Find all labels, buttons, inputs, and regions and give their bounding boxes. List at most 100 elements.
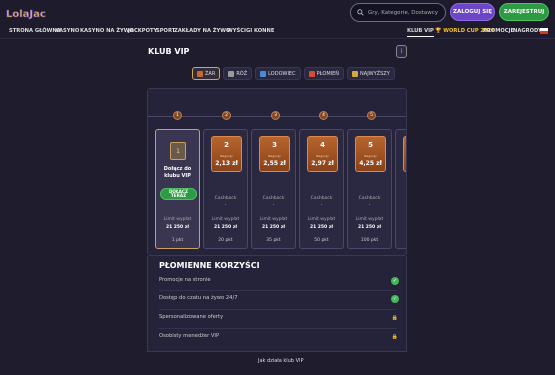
points: 1 pkt xyxy=(171,238,184,243)
info-icon[interactable]: i xyxy=(396,45,407,58)
register-button[interactable]: ZAREJESTRUJ xyxy=(499,3,549,21)
search-input[interactable]: Gry, Kategorie, Dostawcy xyxy=(350,3,446,22)
search-icon xyxy=(357,9,364,16)
tier-node: 5 xyxy=(367,111,376,120)
logo[interactable]: LolaJack xyxy=(6,3,53,22)
check-icon: ✓ xyxy=(391,277,399,285)
divider xyxy=(159,309,397,310)
nav-item-promotions[interactable]: PROMOCJE xyxy=(483,28,514,34)
language-flag-icon[interactable] xyxy=(540,28,548,34)
tab-zar[interactable]: ŻAR xyxy=(192,67,221,80)
cashback-label: Cashback xyxy=(262,196,285,201)
benefit-row: Promocje na stronie ✓ xyxy=(159,277,399,287)
tier-card[interactable]: 5 Nagrody 4,25 zł Cashback - Limit wypła… xyxy=(347,129,392,249)
reward-value: 2,55 zł xyxy=(263,160,286,167)
limit-value: 21 250 zł xyxy=(165,225,190,230)
nav-item-vip-club[interactable]: KLUB VIP xyxy=(407,28,434,37)
tab-najwyzszy[interactable]: NAJWYŻSZY xyxy=(347,67,395,80)
tab-roz[interactable]: RÓŻ xyxy=(223,67,253,80)
cashback-label: Cashback xyxy=(310,196,333,201)
points: 35 pkt xyxy=(266,238,281,243)
benefit-row: Osobisty menedżer VIP 🔒 xyxy=(159,333,399,343)
login-button[interactable]: ZALOGUJ SIĘ xyxy=(450,3,495,21)
tier-tabs: ŻAR RÓŻ LODOWIEC PŁOMIEŃ NAJWYŻSZY xyxy=(192,67,395,82)
benefit-label: Dostęp do czatu na żywo 24/7 xyxy=(159,295,238,301)
cashback-value: - xyxy=(320,203,323,208)
tier-badge xyxy=(403,136,406,172)
reward-label: Nagrody xyxy=(316,154,329,158)
reward-value: 2,13 zł xyxy=(215,160,238,167)
benefit-row: Spersonalizowane oferty 🔒 xyxy=(159,314,399,324)
tier-card-join[interactable]: 1 Dołącz do klubu VIP DOŁĄCZ TERAZ Limit… xyxy=(155,129,200,249)
limit-label: Limit wypłat xyxy=(307,217,336,222)
tab-label: ŻAR xyxy=(205,70,216,77)
join-now-button[interactable]: DOŁĄCZ TERAZ xyxy=(160,188,197,200)
benefit-label: Promocje na stronie xyxy=(159,277,211,283)
cashback-label: Cashback xyxy=(214,196,237,201)
tab-label: PŁOMIEŃ xyxy=(316,70,340,77)
nav-item-horse-racing[interactable]: WYŚCIGI KONNE xyxy=(227,28,274,34)
benefit-label: Osobisty menedżer VIP xyxy=(159,333,220,339)
points: 100 pkt xyxy=(360,238,379,243)
benefits-panel: PŁOMIENNE KORZYŚCI Promocje na stronie ✓… xyxy=(147,256,407,352)
main-nav: STRONA GŁÓWNA KASYNO KASYNO NA ŻYWO JACK… xyxy=(0,25,555,39)
lock-icon: 🔒 xyxy=(391,334,399,340)
benefit-label: Spersonalizowane oferty xyxy=(159,314,224,320)
flame-icon xyxy=(308,70,315,77)
nav-item-casino[interactable]: KASYNO xyxy=(55,28,79,34)
tier-badge: 1 xyxy=(170,142,186,160)
page-title: KLUB VIP xyxy=(148,47,190,56)
benefit-row: Dostęp do czatu na żywo 24/7 ✓ xyxy=(159,295,399,305)
points: 50 pkt xyxy=(314,238,329,243)
tier-node: 4 xyxy=(319,111,328,120)
how-vip-works-link[interactable]: Jak działa klub VIP xyxy=(258,358,303,364)
tab-lodowiec[interactable]: LODOWIEC xyxy=(255,67,301,80)
cashback-value: - xyxy=(224,203,227,208)
nav-item-home[interactable]: STRONA GŁÓWNA xyxy=(9,28,61,34)
ember-icon xyxy=(197,70,203,77)
tier-card-partial[interactable] xyxy=(395,129,406,249)
tier-number: 5 xyxy=(368,141,373,149)
nav-item-live-bets[interactable]: ZAKŁADY NA ŻYWO xyxy=(174,28,230,34)
nav-item-rewards[interactable]: NAGRODY xyxy=(513,28,542,34)
tier-number: 3 xyxy=(272,141,277,149)
tab-label: NAJWYŻSZY xyxy=(360,70,390,77)
check-icon: ✓ xyxy=(391,295,399,303)
reward-label: Nagrody xyxy=(220,154,233,158)
tier-badge: 4 Nagrody 2,97 zł xyxy=(307,136,338,172)
tier-number: 2 xyxy=(224,141,229,149)
tier-node: 3 xyxy=(271,111,280,120)
tier-badge: 2 Nagrody 2,13 zł xyxy=(211,136,242,172)
limit-value: 21 250 zł xyxy=(213,225,238,230)
tier-card[interactable]: 3 Nagrody 2,55 zł Cashback - Limit wypła… xyxy=(251,129,296,249)
limit-value: 21 250 zł xyxy=(309,225,334,230)
tab-label: LODOWIEC xyxy=(268,70,296,77)
limit-value: 21 250 zł xyxy=(261,225,286,230)
search-placeholder: Gry, Kategorie, Dostawcy xyxy=(368,9,438,16)
tier-badge: 5 Nagrody 4,25 zł xyxy=(355,136,386,172)
nav-item-jackpots[interactable]: JACKPOTY xyxy=(128,28,157,34)
join-title: Dołącz do klubu VIP xyxy=(163,166,192,179)
cashback-value: - xyxy=(272,203,275,208)
top-bar: LolaJack Gry, Kategorie, Dostawcy ZALOGU… xyxy=(0,0,555,25)
tier-card[interactable]: 2 Nagrody 2,13 zł Cashback - Limit wypła… xyxy=(203,129,248,249)
lock-icon: 🔒 xyxy=(391,315,399,321)
limit-label: Limit wypłat xyxy=(259,217,288,222)
limit-label: Limit wypłat xyxy=(163,217,192,222)
cashback-label: Cashback xyxy=(358,196,381,201)
nav-item-sport[interactable]: SPORT xyxy=(156,28,175,34)
tier-node: 1 xyxy=(173,111,182,120)
points: 20 pkt xyxy=(218,238,233,243)
reward-label: Nagrody xyxy=(268,154,281,158)
tab-plomien[interactable]: PŁOMIEŃ xyxy=(303,67,345,80)
tier-card[interactable]: 4 Nagrody 2,97 zł Cashback - Limit wypła… xyxy=(299,129,344,249)
reward-value: 2,97 zł xyxy=(311,160,334,167)
reward-label: Nagrody xyxy=(364,154,377,158)
glacier-icon xyxy=(260,70,267,77)
nav-item-live-casino[interactable]: KASYNO NA ŻYWO xyxy=(80,28,134,34)
limit-label: Limit wypłat xyxy=(211,217,240,222)
tab-label: RÓŻ xyxy=(236,70,248,77)
divider xyxy=(159,328,397,329)
rose-icon xyxy=(228,70,235,77)
limit-label: Limit wypłat xyxy=(355,217,384,222)
